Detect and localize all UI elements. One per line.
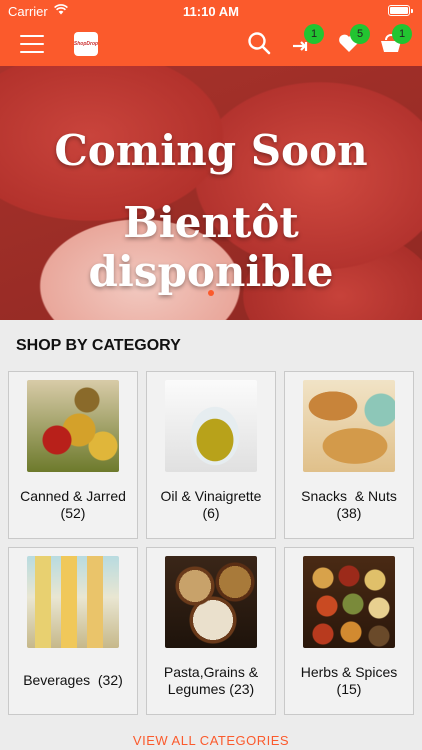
category-name: Snacks & Nuts (38) [301, 488, 397, 521]
category-name: Beverages (32) [23, 672, 123, 688]
category-name: Oil & Vinaigrette (6) [160, 488, 262, 521]
app-logo[interactable]: ShopDrop [74, 32, 98, 56]
compare-button[interactable]: 1 [290, 24, 324, 58]
menu-button[interactable] [20, 34, 44, 54]
wishlist-button[interactable]: 5 [336, 24, 370, 58]
canned-jars-image [27, 380, 119, 472]
category-name: Pasta,Grains & Legumes (23) [163, 664, 259, 697]
category-name: Herbs & Spices (15) [300, 664, 398, 697]
battery-icon [388, 5, 413, 16]
category-card-pasta[interactable]: Pasta,Grains & Legumes (23) [146, 547, 276, 715]
category-card-beverages[interactable]: Beverages (32) [8, 547, 138, 715]
category-name: Canned & Jarred (52) [20, 488, 126, 521]
banner-title: Coming Soon [54, 126, 368, 175]
category-card-canned[interactable]: Canned & Jarred (52) [8, 371, 138, 539]
view-all-categories-link[interactable]: VIEW ALL CATEGORIES [0, 733, 422, 748]
hamburger-line [20, 51, 44, 53]
hamburger-line [20, 43, 44, 45]
search-button[interactable] [246, 30, 274, 58]
category-card-snacks[interactable]: Snacks & Nuts (38) [284, 371, 414, 539]
spices-bowls-image [303, 556, 395, 648]
oil-bottle-image [165, 380, 257, 472]
snacks-bowl-image [303, 380, 395, 472]
promo-banner[interactable]: Coming Soon Bientôt disponible [0, 66, 422, 320]
search-icon [248, 32, 271, 55]
section-title: SHOP BY CATEGORY [16, 337, 181, 354]
grains-bowls-image [165, 556, 257, 648]
cart-button[interactable]: 1 [378, 24, 412, 58]
category-card-spices[interactable]: Herbs & Spices (15) [284, 547, 414, 715]
status-time: 11:10 AM [183, 4, 239, 19]
banner-subtitle: Bientôt disponible [88, 198, 334, 296]
cart-count-badge: 1 [392, 24, 412, 44]
beverages-glasses-image [27, 556, 119, 648]
compare-count-badge: 1 [304, 24, 324, 44]
status-bar: Carrier 11:10 AM [0, 0, 422, 22]
wishlist-count-badge: 5 [350, 24, 370, 44]
carousel-dot[interactable] [208, 290, 214, 296]
hamburger-line [20, 35, 44, 37]
category-card-oil[interactable]: Oil & Vinaigrette (6) [146, 371, 276, 539]
app-bar: ShopDrop 1 5 1 [0, 22, 422, 66]
